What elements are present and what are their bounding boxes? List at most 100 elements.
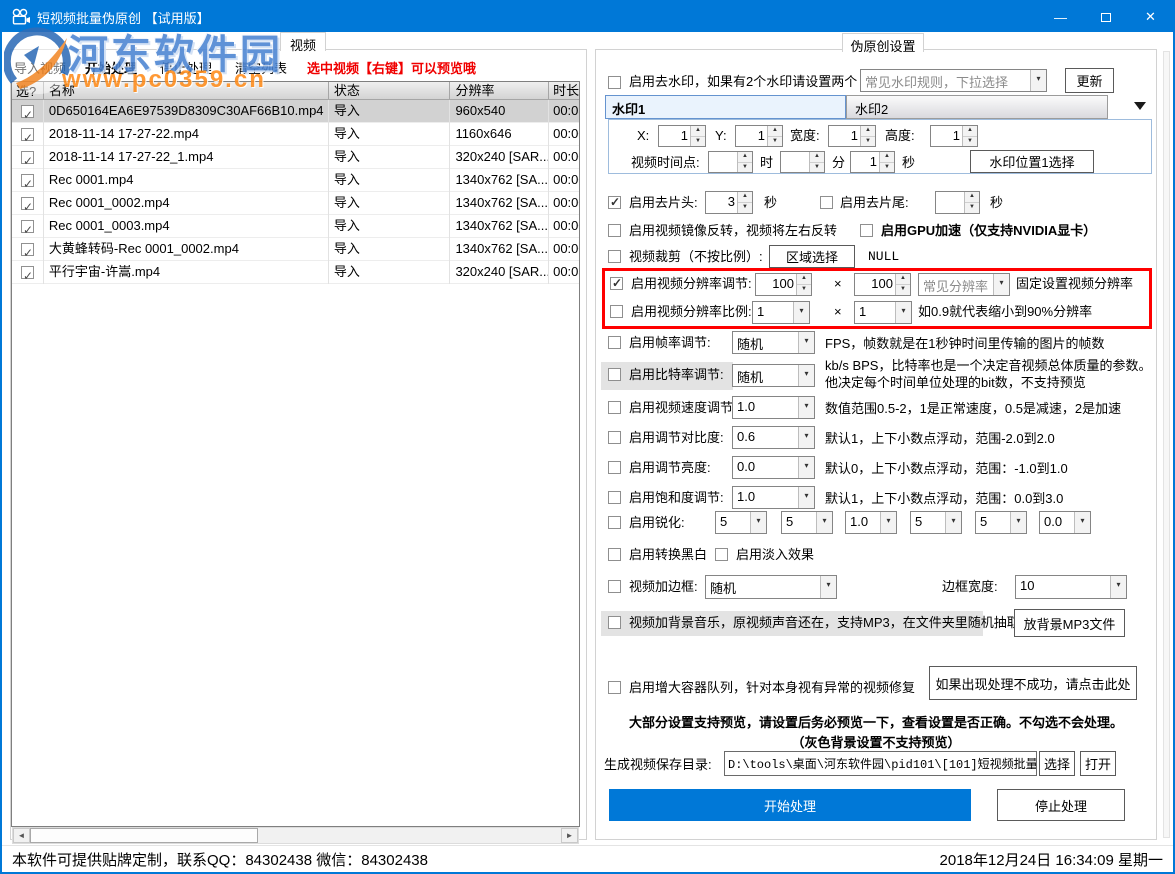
dropdown-arrow-icon[interactable]: ▾: [798, 487, 814, 508]
x-spinner[interactable]: 1 ▲▼: [658, 125, 706, 147]
dropdown-arrow-icon[interactable]: ▾: [1010, 512, 1026, 533]
close-button[interactable]: ✕: [1128, 2, 1173, 32]
watermark-position-select-button[interactable]: 水印位置1选择: [970, 150, 1094, 173]
dropdown-arrow-icon[interactable]: ▾: [816, 512, 832, 533]
sharpen-select-3[interactable]: 1.0 ▾: [845, 511, 897, 534]
tab-watermark-2[interactable]: 水印2: [846, 95, 1108, 119]
fade-in-checkbox[interactable]: [715, 548, 728, 561]
brightness-checkbox[interactable]: [608, 461, 621, 474]
scrollbar-thumb[interactable]: [30, 828, 258, 843]
hour-spinner[interactable]: ▲▼: [708, 151, 753, 173]
sharpen-select-4[interactable]: 5 ▾: [910, 511, 962, 534]
speed-checkbox[interactable]: [608, 401, 621, 414]
crop-region-select-button[interactable]: 区域选择: [769, 245, 855, 268]
second-spinner[interactable]: 1 ▲▼: [850, 151, 895, 173]
stop-processing-button[interactable]: 停止处理: [997, 789, 1125, 821]
spinner-arrows-icon[interactable]: ▲▼: [962, 126, 977, 146]
y-spinner[interactable]: 1 ▲▼: [735, 125, 783, 147]
spinner-arrows-icon[interactable]: ▲▼: [860, 126, 875, 146]
sharpen-select-6[interactable]: 0.0 ▾: [1039, 511, 1091, 534]
table-row[interactable]: 大黄蜂转码-Rec 0001_0002.mp4 导入 1340x762 [SA.…: [12, 238, 579, 261]
fps-checkbox[interactable]: [608, 336, 621, 349]
trim-head-checkbox[interactable]: [608, 196, 621, 209]
dropdown-arrow-icon[interactable]: ▾: [1110, 576, 1126, 598]
start-processing-button[interactable]: 开始处理: [609, 789, 971, 821]
dropdown-arrow-icon[interactable]: ▾: [880, 512, 896, 533]
table-row[interactable]: 0D650164EA6E97539D8309C30AF66B10.mp4 导入 …: [12, 100, 579, 123]
container-queue-checkbox[interactable]: [608, 681, 621, 694]
contrast-select[interactable]: 0.6 ▾: [732, 426, 815, 449]
spinner-arrows-icon[interactable]: ▲▼: [879, 152, 894, 172]
bitrate-select[interactable]: 随机 ▾: [732, 364, 815, 387]
contrast-checkbox[interactable]: [608, 431, 621, 444]
trim-head-spinner[interactable]: 3 ▲▼: [705, 191, 753, 214]
dropdown-arrow-icon[interactable]: ▾: [798, 397, 814, 418]
table-row[interactable]: 2018-11-14 17-27-22.mp4 导入 1160x646 00:0…: [12, 123, 579, 146]
dropdown-arrow-icon[interactable]: ▾: [750, 512, 766, 533]
row-checkbox[interactable]: [21, 266, 34, 279]
dropdown-arrow-icon[interactable]: ▾: [820, 576, 836, 598]
video-border-checkbox[interactable]: [608, 580, 621, 593]
spinner-arrows-icon[interactable]: ▲▼: [737, 152, 752, 172]
brightness-select[interactable]: 0.0 ▾: [732, 456, 815, 479]
dropdown-arrow-icon[interactable]: ▾: [798, 365, 814, 386]
spinner-arrows-icon[interactable]: ▲▼: [737, 192, 752, 213]
start-processing-menu[interactable]: 开始处理: [85, 60, 137, 78]
output-dir-input[interactable]: D:\tools\桌面\河东软件园\pid101\[101]短视频批量伪原: [724, 751, 1037, 776]
width-spinner[interactable]: 1 ▲▼: [828, 125, 876, 147]
table-row[interactable]: Rec 0001_0002.mp4 导入 1340x762 [SA... 00:…: [12, 192, 579, 215]
row-checkbox[interactable]: [21, 197, 34, 210]
horizontal-scrollbar[interactable]: ◄ ►: [12, 827, 579, 844]
open-dir-button[interactable]: 打开: [1080, 751, 1116, 776]
spinner-arrows-icon[interactable]: ▲▼: [964, 192, 979, 213]
watermark-tabs-dropdown-icon[interactable]: [1134, 102, 1146, 110]
row-checkbox[interactable]: [21, 243, 34, 256]
watermark-rules-select[interactable]: 常见水印规则，下拉选择 ▾: [860, 69, 1047, 92]
saturation-select[interactable]: 1.0 ▾: [732, 486, 815, 509]
spinner-arrows-icon[interactable]: ▲▼: [690, 126, 705, 146]
settings-scrollbar[interactable]: [1163, 51, 1170, 838]
row-checkbox[interactable]: [21, 151, 34, 164]
header-duration[interactable]: 时长: [549, 82, 579, 100]
dropdown-arrow-icon[interactable]: ▾: [1074, 512, 1090, 533]
sharpen-select-2[interactable]: 5 ▾: [781, 511, 833, 534]
saturation-checkbox[interactable]: [608, 491, 621, 504]
header-resolution[interactable]: 分辨率: [450, 82, 549, 100]
dropdown-arrow-icon[interactable]: ▾: [1030, 70, 1046, 91]
row-checkbox[interactable]: [21, 174, 34, 187]
tab-video[interactable]: 视频: [280, 32, 326, 51]
dropdown-arrow-icon[interactable]: ▾: [945, 512, 961, 533]
scroll-left-icon[interactable]: ◄: [13, 828, 30, 843]
table-row[interactable]: Rec 0001.mp4 导入 1340x762 [SA... 00:00: [12, 169, 579, 192]
gpu-checkbox[interactable]: [860, 224, 873, 237]
bitrate-checkbox[interactable]: [608, 368, 621, 381]
row-checkbox[interactable]: [21, 128, 34, 141]
table-row[interactable]: 平行宇宙-许嵩.mp4 导入 320x240 [SAR... 00:03: [12, 261, 579, 284]
minimize-button[interactable]: —: [1038, 2, 1083, 32]
remove-watermark-checkbox[interactable]: [608, 76, 621, 89]
fps-select[interactable]: 随机 ▾: [732, 331, 815, 354]
dropdown-arrow-icon[interactable]: ▾: [798, 332, 814, 353]
height-spinner[interactable]: 1 ▲▼: [930, 125, 978, 147]
header-name[interactable]: 名称: [44, 82, 329, 100]
mirror-checkbox[interactable]: [608, 224, 621, 237]
border-width-select[interactable]: 10 ▾: [1015, 575, 1127, 599]
processing-fail-help-button[interactable]: 如果出现处理不成功，请点击此处: [929, 666, 1137, 700]
bgm-checkbox[interactable]: [608, 616, 621, 629]
sharpen-select-5[interactable]: 5 ▾: [975, 511, 1027, 534]
clear-list-button[interactable]: 清空列表: [235, 60, 287, 78]
trim-tail-checkbox[interactable]: [820, 196, 833, 209]
dropdown-arrow-icon[interactable]: ▾: [798, 427, 814, 448]
sharpen-checkbox[interactable]: [608, 516, 621, 529]
tab-fake-original-settings[interactable]: 伪原创设置: [842, 33, 924, 52]
trim-tail-spinner[interactable]: ▲▼: [935, 191, 980, 214]
update-button[interactable]: 更新: [1065, 68, 1114, 93]
row-checkbox[interactable]: [21, 220, 34, 233]
spinner-arrows-icon[interactable]: ▲▼: [767, 126, 782, 146]
dropdown-arrow-icon[interactable]: ▾: [798, 457, 814, 478]
table-row[interactable]: 2018-11-14 17-27-22_1.mp4 导入 320x240 [SA…: [12, 146, 579, 169]
minute-spinner[interactable]: ▲▼: [780, 151, 825, 173]
crop-checkbox[interactable]: [608, 250, 621, 263]
header-select[interactable]: 选?: [12, 82, 44, 100]
select-dir-button[interactable]: 选择: [1039, 751, 1075, 776]
